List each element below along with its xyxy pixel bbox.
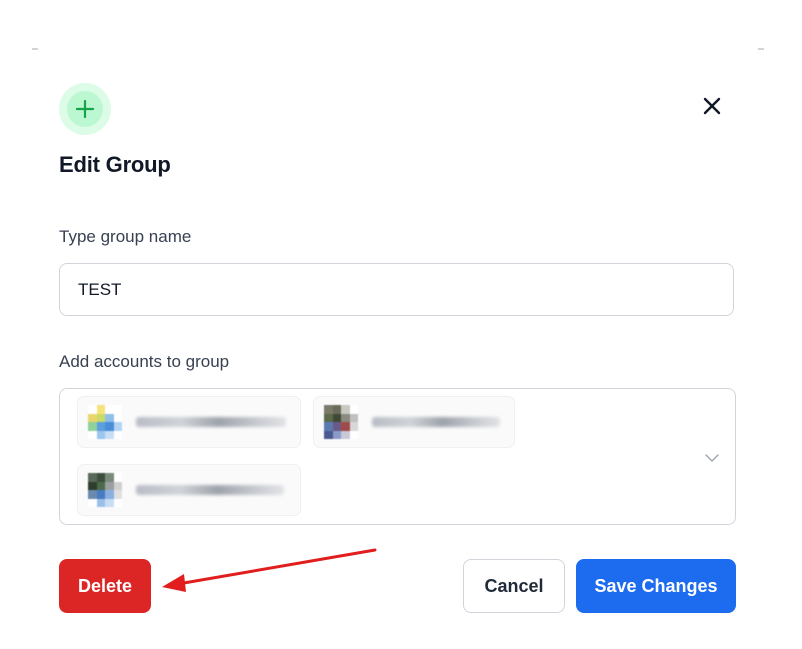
close-button[interactable] [698, 92, 726, 120]
account-name-blurred [136, 417, 286, 427]
dialog-corner-right [758, 48, 764, 50]
cancel-button[interactable]: Cancel [463, 559, 565, 613]
plus-icon [75, 99, 95, 119]
dialog-corner-left [32, 48, 38, 50]
save-changes-button[interactable]: Save Changes [576, 559, 736, 613]
close-icon[interactable] [703, 97, 721, 115]
annotation-arrow [162, 548, 377, 592]
account-name-blurred [372, 417, 500, 427]
header-icon-badge [59, 83, 111, 135]
account-chip[interactable] [78, 397, 300, 447]
account-chip[interactable] [314, 397, 514, 447]
account-name-blurred [136, 485, 284, 495]
accounts-label: Add accounts to group [59, 352, 230, 371]
avatar [88, 473, 122, 507]
group-name-input[interactable] [59, 263, 734, 316]
avatar [324, 405, 358, 439]
delete-button[interactable]: Delete [59, 559, 151, 613]
avatar [88, 405, 122, 439]
accounts-multiselect[interactable] [59, 388, 736, 525]
dialog-title: Edit Group [59, 152, 171, 177]
chevron-down-icon[interactable] [703, 449, 721, 467]
account-chip[interactable] [78, 465, 300, 515]
group-name-label: Type group name [59, 227, 192, 246]
